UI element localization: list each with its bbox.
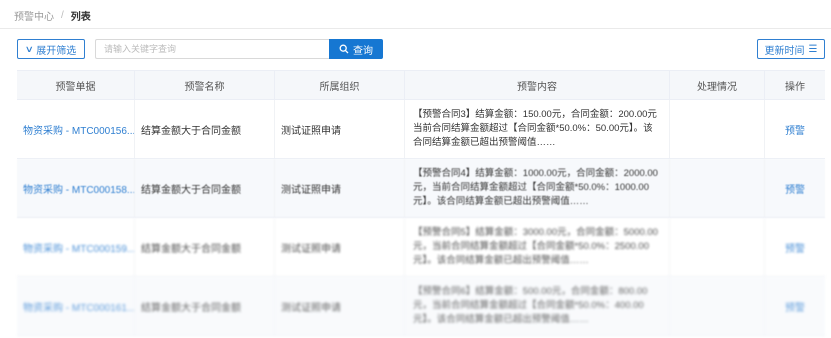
expand-filter-button[interactable]: ∨ 展开筛选 xyxy=(17,39,85,59)
update-time-sort-button[interactable]: 更新时间 ☰ xyxy=(757,39,825,59)
org-name: 测试证照申请 xyxy=(275,100,405,158)
breadcrumb-current: 列表 xyxy=(70,11,91,23)
table-header: 预警单据 预警名称 所属组织 预警内容 处理情况 操作 xyxy=(17,70,825,100)
org-name: 测试证照申请 xyxy=(275,277,405,335)
header-divider xyxy=(0,28,831,29)
doc-link[interactable]: 物资采购 - MTC000156... xyxy=(17,100,135,158)
operation-cell: 预警 xyxy=(765,277,825,335)
warning-name: 结算金额大于合同金额 xyxy=(135,277,275,335)
warning-name: 结算金额大于合同金额 xyxy=(135,159,275,217)
search-button-label: 查询 xyxy=(353,45,373,57)
search-button[interactable]: 查询 xyxy=(329,39,383,59)
update-time-label: 更新时间 xyxy=(764,45,805,57)
expand-filter-label: 展开筛选 xyxy=(36,45,77,57)
warning-name: 结算金额大于合同金额 xyxy=(135,100,275,158)
doc-link[interactable]: 物资采购 - MTC000161... xyxy=(17,277,135,335)
status-cell xyxy=(670,100,765,158)
search-input[interactable] xyxy=(95,39,329,59)
table-row: 物资采购 - MTC000156... 结算金额大于合同金额 测试证照申请 【预… xyxy=(17,100,825,159)
search-icon xyxy=(339,44,349,54)
breadcrumb: 预警中心 / 列表 xyxy=(14,8,91,23)
warning-name: 结算金额大于合同金额 xyxy=(135,218,275,276)
chevron-down-icon: ∨ xyxy=(24,43,34,54)
warning-content: 【预警合同5】结算金额：3000.00元，合同金额：5000.00元，当前合同结… xyxy=(405,218,670,276)
column-header: 操作 xyxy=(785,81,805,93)
operation-cell: 预警 xyxy=(765,100,825,158)
table-row: 物资采购 - MTC000158... 结算金额大于合同金额 测试证照申请 【预… xyxy=(17,159,825,218)
column-header: 预警名称 xyxy=(135,71,275,99)
org-name: 测试证照申请 xyxy=(275,159,405,217)
warning-action-link[interactable]: 预警 xyxy=(785,299,805,314)
warning-action-link[interactable]: 预警 xyxy=(785,240,805,255)
warning-content: 【预警合同6】结算金额：500.00元，合同金额：800.00元，当前合同结算金… xyxy=(405,277,670,335)
table-row: 物资采购 - MTC000159... 结算金额大于合同金额 测试证照申请 【预… xyxy=(17,218,825,277)
column-header: 预警单据 xyxy=(17,71,135,99)
status-cell xyxy=(670,159,765,217)
status-cell xyxy=(670,218,765,276)
breadcrumb-separator: / xyxy=(61,9,64,21)
status-cell xyxy=(670,277,765,335)
warning-action-link[interactable]: 预警 xyxy=(785,181,805,196)
operation-cell: 预警 xyxy=(765,159,825,217)
org-name: 测试证照申请 xyxy=(275,218,405,276)
doc-link[interactable]: 物资采购 - MTC000158... xyxy=(17,159,135,217)
column-header: 所属组织 xyxy=(275,71,405,99)
sort-icon: ☰ xyxy=(808,43,818,55)
breadcrumb-parent[interactable]: 预警中心 xyxy=(14,8,54,23)
column-header: 处理情况 xyxy=(670,71,765,99)
warning-table: 预警单据 预警名称 所属组织 预警内容 处理情况 操作 物资采购 - MTC00… xyxy=(17,70,825,336)
warning-action-link[interactable]: 预警 xyxy=(785,122,805,137)
doc-link[interactable]: 物资采购 - MTC000159... xyxy=(17,218,135,276)
operation-cell: 预警 xyxy=(765,218,825,276)
warning-content: 【预警合同3】结算金额：150.00元，合同金额：200.00元当前合同结算金额… xyxy=(405,100,670,158)
warning-content: 【预警合同4】结算金额：1000.00元，合同金额：2000.00元，当前合同结… xyxy=(405,159,670,217)
table-row: 物资采购 - MTC000161... 结算金额大于合同金额 测试证照申请 【预… xyxy=(17,277,825,336)
column-header: 预警内容 xyxy=(405,71,670,99)
